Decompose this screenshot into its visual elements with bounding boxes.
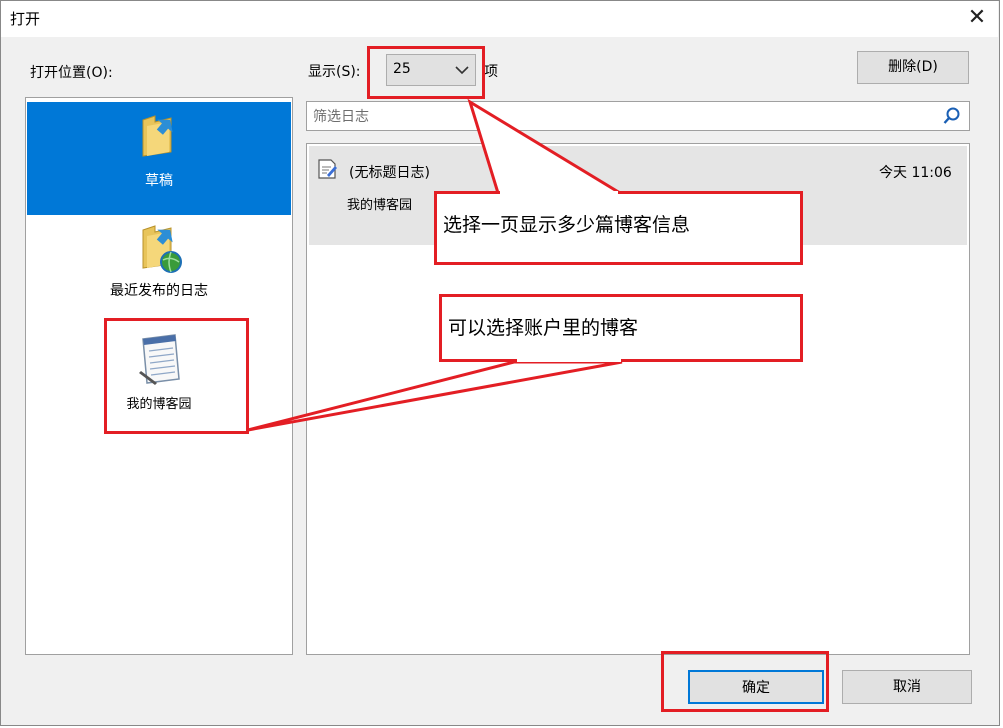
callout-my-blog: 可以选择账户里的博客	[439, 294, 803, 362]
highlight-show-count	[367, 46, 485, 99]
callout-text: 选择一页显示多少篇博客信息	[443, 214, 691, 236]
highlight-ok-button	[661, 651, 829, 712]
highlight-my-blog	[104, 318, 249, 434]
callout-join	[517, 359, 621, 362]
callout-show-count: 选择一页显示多少篇博客信息	[434, 191, 803, 265]
callout-join	[500, 191, 618, 194]
callout-text: 可以选择账户里的博客	[448, 317, 639, 339]
